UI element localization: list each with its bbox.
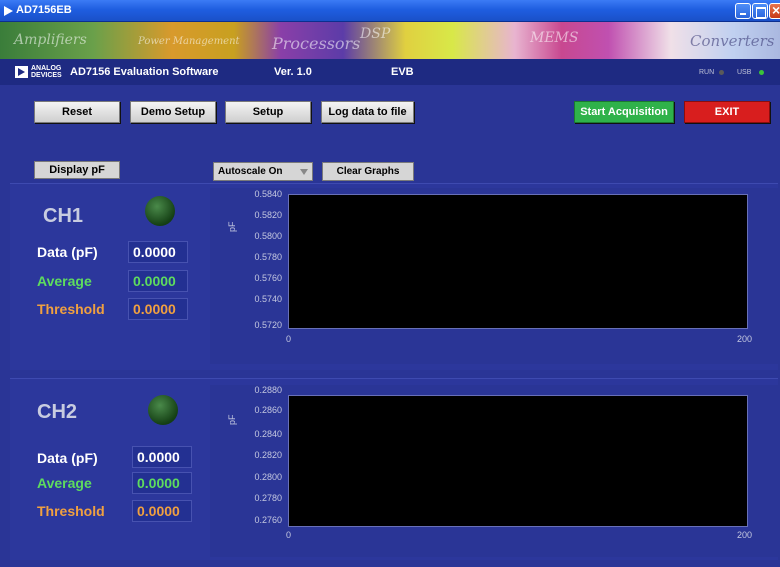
start-acquisition-button[interactable]: Start Acquisition xyxy=(574,101,674,123)
clear-graphs-button[interactable]: Clear Graphs xyxy=(322,162,414,181)
threshold-label: Threshold xyxy=(37,503,105,519)
usb-led-icon xyxy=(759,70,764,75)
y-tick-label: 0.2780 xyxy=(254,493,282,503)
banner-word: DSP xyxy=(360,26,391,42)
channel-title: CH2 xyxy=(37,401,78,423)
minimize-button[interactable] xyxy=(735,3,751,19)
channel-2-chart: pF 0.2880 0.2860 0.2840 0.2820 0.2800 0.… xyxy=(210,385,778,557)
setup-button[interactable]: Setup xyxy=(225,101,311,123)
x-tick-label: 200 xyxy=(737,530,753,540)
maximize-button[interactable] xyxy=(752,3,768,19)
display-mode-button[interactable]: Display pF xyxy=(34,161,120,179)
banner-word: MEMS xyxy=(530,30,579,46)
chevron-down-icon xyxy=(300,169,308,175)
y-tick-label: 0.2860 xyxy=(254,405,282,415)
average-value: 0.0000 xyxy=(128,270,188,292)
y-tick-label: 0.5820 xyxy=(254,210,282,220)
y-tick-label: 0.5840 xyxy=(254,189,282,199)
y-tick-label: 0.2840 xyxy=(254,429,282,439)
banner-word: Power Management xyxy=(138,36,240,47)
demo-setup-button[interactable]: Demo Setup xyxy=(130,101,216,123)
app-window: AD7156EB Amplifiers Power Management Pro… xyxy=(0,0,780,567)
title-bar[interactable]: AD7156EB xyxy=(0,0,780,22)
board-label: EVB xyxy=(391,66,414,78)
data-label: Data (pF) xyxy=(37,244,98,260)
channel-status-led-icon xyxy=(148,395,178,425)
y-axis-unit: pF xyxy=(227,414,237,425)
threshold-value: 0.0000 xyxy=(128,298,188,320)
plot-area xyxy=(288,194,748,329)
window-title: AD7156EB xyxy=(16,4,72,16)
y-tick-label: 0.2800 xyxy=(254,472,282,482)
logo-line-1: ANALOG xyxy=(31,65,62,72)
data-label: Data (pF) xyxy=(37,450,98,466)
log-data-button[interactable]: Log data to file xyxy=(321,101,414,123)
average-label: Average xyxy=(37,475,92,491)
data-value: 0.0000 xyxy=(132,446,192,468)
exit-button[interactable]: EXIT xyxy=(684,101,770,123)
banner-word: Converters xyxy=(690,32,775,50)
threshold-value: 0.0000 xyxy=(132,500,192,522)
app-icon xyxy=(4,6,13,16)
channel-1-chart: pF 0.5840 0.5820 0.5800 0.5780 0.5760 0.… xyxy=(210,188,778,364)
average-label: Average xyxy=(37,273,92,289)
average-value: 0.0000 xyxy=(132,472,192,494)
y-tick-label: 0.2880 xyxy=(254,385,282,395)
threshold-label: Threshold xyxy=(37,301,105,317)
banner-word: Processors xyxy=(272,34,361,53)
product-banner: Amplifiers Power Management Processors D… xyxy=(0,22,780,59)
y-tick-label: 0.2820 xyxy=(254,450,282,460)
data-value: 0.0000 xyxy=(128,241,188,263)
logo-text: ANALOG DEVICES xyxy=(31,65,63,79)
y-tick-label: 0.5740 xyxy=(254,294,282,304)
y-tick-label: 0.2760 xyxy=(254,515,282,525)
version-label: Ver. 1.0 xyxy=(274,66,312,78)
banner-word: Amplifiers xyxy=(14,32,87,48)
x-tick-label: 200 xyxy=(737,334,753,344)
y-tick-label: 0.5780 xyxy=(254,252,282,262)
reset-button[interactable]: Reset xyxy=(34,101,120,123)
channel-status-led-icon xyxy=(145,196,175,226)
run-label: RUN xyxy=(699,69,715,76)
close-button[interactable] xyxy=(769,2,780,19)
usb-label: USB xyxy=(737,69,752,76)
autoscale-value: Autoscale On xyxy=(218,166,283,177)
logo-line-2: DEVICES xyxy=(31,72,62,79)
x-tick-label: 0 xyxy=(286,530,292,540)
y-tick-label: 0.5760 xyxy=(254,273,282,283)
y-tick-label: 0.5800 xyxy=(254,231,282,241)
plot-area xyxy=(288,395,748,527)
channel-2-panel: CH2 Data (pF) 0.0000 Average 0.0000 Thre… xyxy=(10,378,778,560)
app-name: AD7156 Evaluation Software xyxy=(70,66,219,78)
channel-title: CH1 xyxy=(43,205,84,227)
analog-devices-logo-icon xyxy=(15,66,28,78)
autoscale-select[interactable]: Autoscale On xyxy=(213,162,313,181)
channel-1-panel: CH1 Data (pF) 0.0000 Average 0.0000 Thre… xyxy=(10,183,778,370)
y-tick-label: 0.5720 xyxy=(254,320,282,330)
header-bar: ANALOG DEVICES AD7156 Evaluation Softwar… xyxy=(0,59,780,85)
run-led-icon xyxy=(719,70,724,75)
x-tick-label: 0 xyxy=(286,334,292,344)
